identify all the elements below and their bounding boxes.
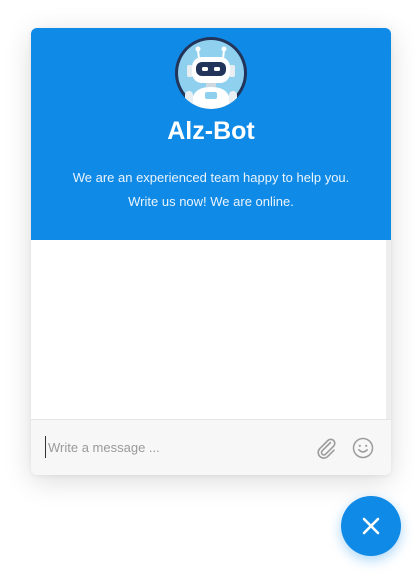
attach-file-button[interactable] [314,436,338,460]
smiley-icon [352,437,374,459]
emoji-button[interactable] [351,436,375,460]
chat-window: Alz-Bot We are an experienced team happy… [31,28,391,475]
page: Alz-Bot We are an experienced team happy… [0,0,419,575]
bot-name: Alz-Bot [167,117,255,145]
close-icon [362,517,380,535]
close-chat-button[interactable] [341,496,401,556]
bot-avatar [175,37,247,109]
paperclip-icon [317,438,336,459]
message-input[interactable] [45,436,298,458]
message-list[interactable] [31,240,386,419]
robot-icon [178,40,244,109]
message-composer [31,419,391,475]
chat-header: Alz-Bot We are an experienced team happy… [31,28,391,240]
message-list-scrollbar[interactable] [386,240,391,419]
tagline-line-1: We are an experienced team happy to help… [72,170,350,185]
tagline-line-2: Write us now! We are online. [128,194,294,209]
